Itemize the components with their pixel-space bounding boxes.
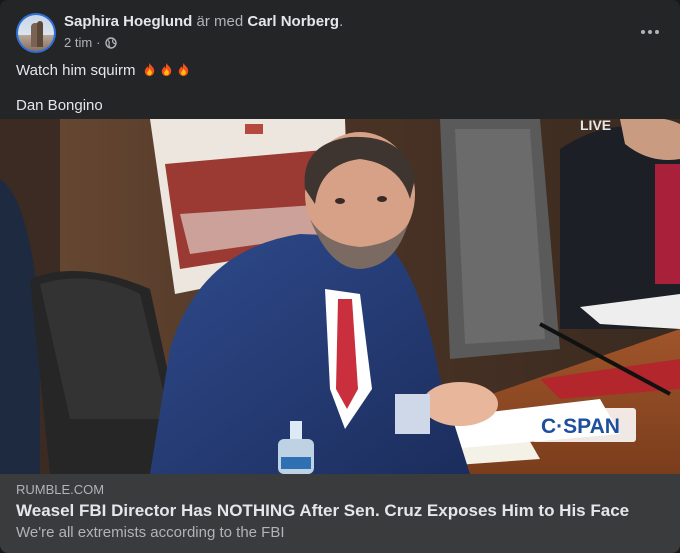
- live-label: LIVE: [580, 119, 611, 133]
- meta-separator: ·: [96, 35, 101, 50]
- link-preview[interactable]: RUMBLE.COM Weasel FBI Director Has NOTHI…: [0, 474, 680, 553]
- fire-emoji-icon: [144, 62, 154, 77]
- post-text-line-2: Dan Bongino: [16, 97, 103, 114]
- more-options-icon[interactable]: [636, 22, 664, 42]
- author-line: Saphira Hoeglund är med Carl Norberg.: [64, 13, 343, 31]
- link-description: We're all extremists according to the FB…: [16, 524, 285, 541]
- link-domain: RUMBLE.COM: [16, 482, 105, 497]
- cspan-logo-text: C·SPAN: [541, 415, 620, 438]
- avatar-image: [18, 15, 54, 51]
- more-dot: [648, 30, 652, 34]
- tagged-name[interactable]: Carl Norberg: [247, 13, 339, 30]
- globe-icon[interactable]: [104, 36, 117, 49]
- more-dot: [641, 30, 645, 34]
- author-avatar[interactable]: [16, 13, 56, 53]
- video-thumbnail[interactable]: LIVE C·SPAN: [0, 119, 680, 474]
- feed-post: Saphira Hoeglund är med Carl Norberg. 2 …: [0, 0, 680, 553]
- post-timestamp[interactable]: 2 tim: [64, 35, 92, 50]
- post-text-line-1: Watch him squirm: [16, 61, 664, 81]
- with-connector: är med: [196, 13, 244, 30]
- post-header: Saphira Hoeglund är med Carl Norberg. 2 …: [16, 12, 664, 56]
- author-name[interactable]: Saphira Hoeglund: [64, 13, 192, 30]
- link-title[interactable]: Weasel FBI Director Has NOTHING After Se…: [16, 500, 664, 522]
- video-frame: LIVE C·SPAN: [0, 119, 680, 474]
- cspan-logo: C·SPAN: [532, 408, 636, 442]
- more-dot: [655, 30, 659, 34]
- name-period: .: [339, 13, 344, 30]
- post-text-content: Watch him squirm: [16, 62, 136, 79]
- post-meta: 2 tim ·: [64, 35, 117, 50]
- avatar-figure-tower: [37, 21, 43, 47]
- fire-emoji-icon: [161, 62, 171, 77]
- fire-emoji-icon: [178, 62, 188, 77]
